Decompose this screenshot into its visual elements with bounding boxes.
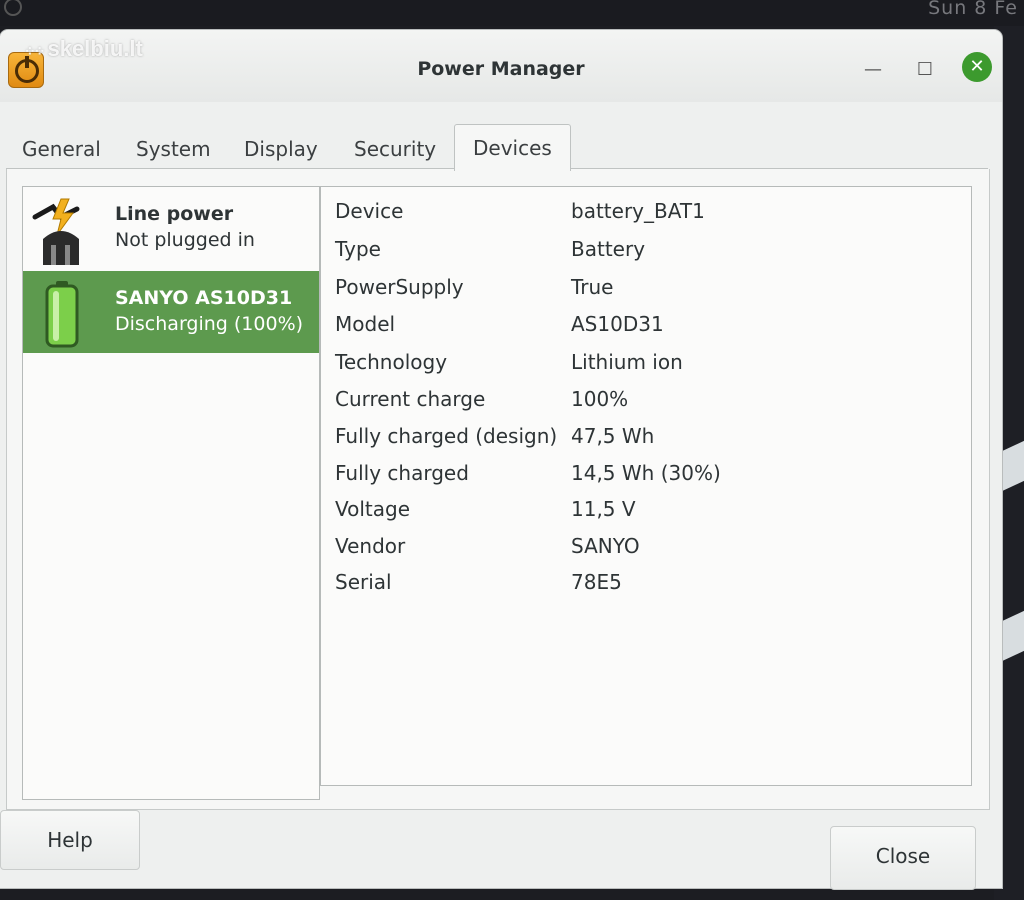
property-value: 100% xyxy=(571,387,629,411)
power-manager-window: ⁘⁘ skelbiu.lt Power Manager — ☐ ✕ General… xyxy=(0,30,1002,890)
property-value: battery_BAT1 xyxy=(571,199,705,223)
property-value: 47,5 Wh xyxy=(571,424,655,448)
property-key: Voltage xyxy=(335,497,411,521)
property-value: 14,5 Wh (30%) xyxy=(571,461,721,485)
device-properties-table: Device battery_BAT1 Type Battery PowerSu… xyxy=(320,186,972,786)
property-key: Fully charged xyxy=(335,461,469,485)
property-value: AS10D31 xyxy=(571,312,664,336)
window-title: Power Manager xyxy=(417,58,585,80)
tab-display[interactable]: Display xyxy=(244,130,318,168)
tab-bar: General System Display Security Devices xyxy=(0,122,1002,171)
maximize-button[interactable]: ☐ xyxy=(910,56,940,84)
property-key: Model xyxy=(335,312,396,336)
property-key: Fully charged (design) xyxy=(335,424,558,448)
property-key: Current charge xyxy=(335,387,486,411)
system-menu-icon[interactable] xyxy=(4,0,22,16)
property-key: Technology xyxy=(335,350,448,374)
device-item-battery[interactable]: SANYO AS10D31 Discharging (100%) xyxy=(23,271,319,353)
property-key: Type xyxy=(335,237,381,261)
property-key: Device xyxy=(335,199,404,223)
property-value: Battery xyxy=(571,237,646,261)
device-item-line-power[interactable]: Line power Not plugged in xyxy=(23,187,319,269)
device-name: Line power xyxy=(115,203,234,225)
device-name: SANYO AS10D31 xyxy=(115,287,293,309)
property-value: 11,5 V xyxy=(571,497,636,521)
minimize-button[interactable]: — xyxy=(858,56,888,84)
tab-security[interactable]: Security xyxy=(354,130,436,168)
property-key: PowerSupply xyxy=(335,275,464,299)
tab-system[interactable]: System xyxy=(136,130,211,168)
device-status: Not plugged in xyxy=(115,229,255,251)
clock[interactable]: Sun 8 Fe xyxy=(928,0,1018,19)
tab-devices[interactable]: Devices xyxy=(454,124,571,171)
help-button[interactable]: Help xyxy=(0,810,140,870)
property-value: Lithium ion xyxy=(571,350,683,374)
title-bar[interactable]: ⁘⁘ skelbiu.lt Power Manager — ☐ ✕ xyxy=(0,30,1002,102)
close-window-button[interactable]: ✕ xyxy=(962,52,992,82)
device-list[interactable]: Line power Not plugged in SANYO AS10D31 … xyxy=(22,186,320,800)
battery-icon xyxy=(45,281,79,348)
device-status: Discharging (100%) xyxy=(115,313,304,335)
close-button[interactable]: Close xyxy=(830,826,976,890)
property-value: 78E5 xyxy=(571,570,622,594)
line-power-icon xyxy=(32,198,80,265)
property-value: True xyxy=(571,275,614,299)
property-key: Serial xyxy=(335,570,392,594)
tab-general[interactable]: General xyxy=(22,130,101,168)
property-key: Vendor xyxy=(335,534,406,558)
property-value: SANYO xyxy=(571,534,640,558)
desktop-top-bar: Sun 8 Fe xyxy=(0,0,1024,26)
